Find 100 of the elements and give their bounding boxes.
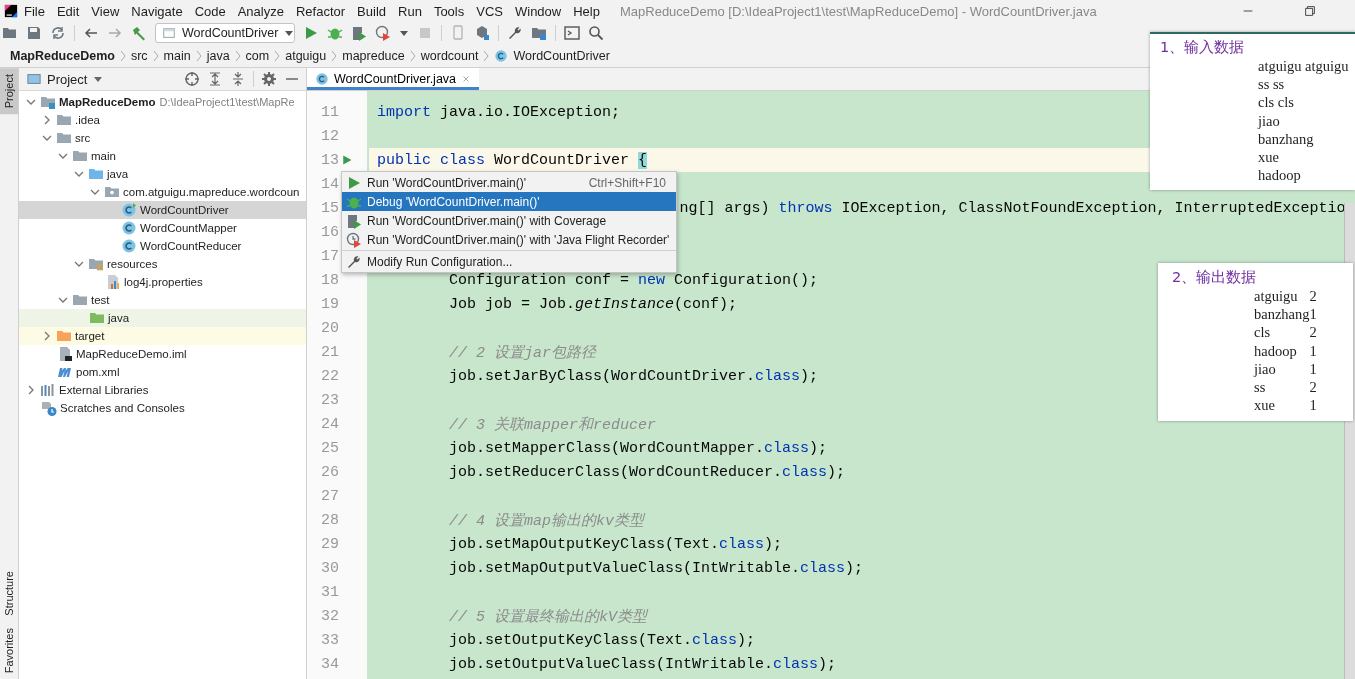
tree-item[interactable]: log4j.properties — [19, 273, 306, 291]
data-line: ss ss — [1258, 75, 1286, 94]
side-tab[interactable]: Project — [0, 68, 18, 115]
data-line: hadoop — [1258, 166, 1302, 185]
menu-item[interactable]: Code — [188, 3, 232, 19]
breadcrumb-item[interactable]: atguigu — [285, 48, 327, 63]
panel-title[interactable]: Project — [47, 71, 88, 87]
side-tab[interactable]: Favorites — [0, 621, 18, 679]
menu-item[interactable]: Run — [392, 3, 428, 19]
menu-item[interactable]: Run 'WordCountDriver.main()' Ctrl+Shift+F10 — [342, 173, 676, 192]
menu-item[interactable]: Edit — [50, 3, 86, 19]
code-line: job.setOutputValueClass(IntWritable.class); — [448, 655, 837, 673]
tree-item[interactable]: resources — [19, 255, 306, 273]
breadcrumb-item[interactable]: WordCountDriver — [513, 48, 610, 63]
tree-item[interactable]: pom.xml — [19, 363, 306, 381]
tree-item[interactable]: External Libraries — [19, 381, 306, 399]
line-number: 32 — [320, 607, 340, 625]
tree-item[interactable]: Scratches and Consoles — [19, 399, 306, 417]
line-number: 11 — [320, 103, 340, 121]
data-line: banzhang — [1258, 129, 1315, 148]
tree-item[interactable]: MapReduceDemo D:\IdeaProject1\test\MapRe — [19, 93, 306, 111]
line-number: 31 — [320, 583, 340, 601]
breadcrumb-item[interactable]: java — [206, 48, 230, 63]
count-text: 2 — [1309, 323, 1317, 342]
run-config-dropdown[interactable]: WordCountDriver — [155, 23, 295, 43]
count-text: 1 — [1309, 341, 1317, 360]
tree-item[interactable]: com.atguigu.mapreduce.wordcoun — [19, 183, 306, 201]
tree-item[interactable]: target — [19, 327, 306, 345]
code-line: job.setMapOutputValueClass(IntWritable.class); — [448, 559, 864, 577]
code-line: job.setJarByClass(WordCountDriver.class); — [448, 367, 819, 385]
menu-item[interactable]: VCS — [470, 3, 509, 19]
line-number: 19 — [320, 295, 340, 313]
menu-item[interactable]: Navigate — [125, 3, 189, 19]
count-text: 1 — [1309, 359, 1317, 378]
code-line: job.setMapperClass(WordCountMapper.class); — [448, 439, 828, 457]
tree-item[interactable]: test — [19, 291, 306, 309]
line-number: 25 — [320, 439, 340, 457]
side-tab[interactable]: Structure — [0, 565, 18, 622]
path-label: D:\IdeaProject1\test\MapRe — [159, 96, 295, 108]
tree-item[interactable]: WordCountMapper — [19, 219, 306, 237]
tree-item[interactable]: MapReduceDemo.iml — [19, 345, 306, 363]
menu-item[interactable]: Run 'WordCountDriver.main()' with 'Java Flight Recorder' — [342, 230, 676, 249]
code-line: Configuration conf = new Configuration(); — [448, 271, 819, 289]
tree-item[interactable]: .idea — [19, 111, 306, 129]
word-text: atguigu — [1254, 287, 1299, 306]
menu-item[interactable]: Refactor — [289, 3, 352, 19]
tree-item[interactable]: WordCountDriver — [19, 201, 306, 219]
menu-item[interactable]: View — [85, 3, 126, 19]
menu-item[interactable]: Analyze — [231, 3, 290, 19]
data-line: jiao — [1258, 111, 1281, 130]
tree-item[interactable]: main — [19, 147, 306, 165]
data-line: cls cls — [1258, 93, 1295, 112]
word-text: jiao — [1254, 359, 1277, 378]
line-number: 24 — [320, 415, 340, 433]
tree-item[interactable]: WordCountReducer — [19, 237, 306, 255]
line-number: 17 — [320, 247, 340, 265]
code-line: Job job = Job.getInstance(conf); — [448, 295, 738, 313]
word-text: cls — [1254, 323, 1272, 342]
data-line: atguigu atguigu — [1258, 57, 1350, 76]
tree-item[interactable]: java — [19, 165, 306, 183]
line-number: 26 — [320, 463, 340, 481]
word-text: hadoop — [1254, 341, 1298, 360]
menu-item[interactable]: Tools — [427, 3, 471, 19]
note-title: 2、输出数据 — [1171, 268, 1258, 287]
code-line: ng[] args) throws IOException, ClassNotFoundException, InterruptedExceptio — [679, 199, 1346, 217]
line-number: 23 — [320, 391, 340, 409]
menu-item[interactable]: Run 'WordCountDriver.main()' with Coverage — [342, 211, 676, 230]
breadcrumb-item[interactable]: MapReduceDemo — [10, 48, 115, 63]
window-title: MapReduceDemo [D:\IdeaProject1\test\MapReduceDemo] - WordCountDriver.java — [619, 3, 1097, 19]
line-number: 15 — [320, 199, 340, 217]
editor-tab[interactable]: WordCountDriver.java — [307, 68, 480, 90]
menu-item[interactable]: File — [18, 3, 51, 19]
line-number: 20 — [320, 319, 340, 337]
code-line: // 2 设置jar包路径 — [448, 343, 597, 362]
word-text: ss — [1254, 378, 1267, 397]
code-line: job.setOutputKeyClass(Text.class); — [448, 631, 756, 649]
menu-item[interactable]: Modify Run Configuration... — [342, 252, 676, 271]
line-number: 13 — [320, 151, 340, 169]
breadcrumb-item[interactable]: com — [245, 48, 270, 63]
line-number: 14 — [320, 175, 340, 193]
tree-item[interactable]: src — [19, 129, 306, 147]
menu-item[interactable]: Debug 'WordCountDriver.main()' — [342, 192, 676, 211]
menu-item[interactable]: Window — [508, 3, 568, 19]
shortcut-label: Ctrl+Shift+F10 — [588, 175, 667, 190]
line-number: 16 — [320, 223, 340, 241]
breadcrumb-item[interactable]: src — [130, 48, 148, 63]
word-text: xue — [1254, 396, 1276, 415]
count-text: 1 — [1309, 396, 1317, 415]
breadcrumb-item[interactable]: mapreduce — [342, 48, 405, 63]
line-number: 30 — [320, 559, 340, 577]
word-text: banzhang — [1254, 305, 1310, 324]
line-number: 21 — [320, 343, 340, 361]
line-number: 28 — [320, 511, 340, 529]
tree-item[interactable]: java — [19, 309, 306, 327]
menu-item[interactable]: Help — [567, 3, 606, 19]
menu-item[interactable]: Build — [351, 3, 392, 19]
breadcrumb-item[interactable]: wordcount — [420, 48, 479, 63]
line-number: 34 — [320, 655, 340, 673]
code-line: // 5 设置最终输出的kV类型 — [448, 607, 648, 626]
breadcrumb-item[interactable]: main — [163, 48, 191, 63]
